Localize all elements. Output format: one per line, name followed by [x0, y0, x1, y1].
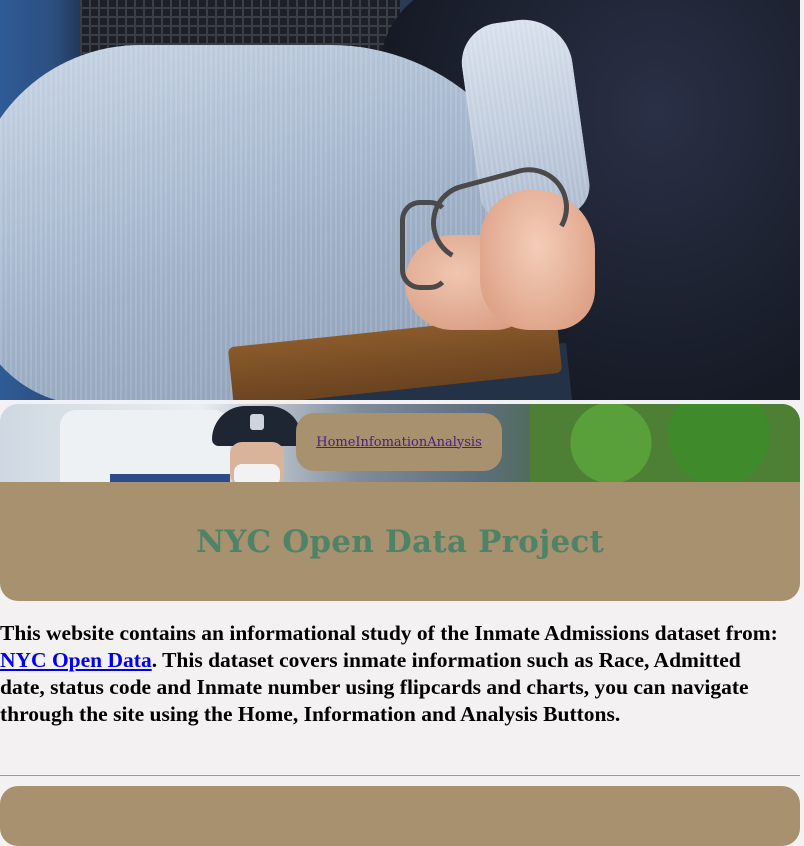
handcuff-ring-icon [400, 200, 450, 290]
title-panel: NYC Open Data Project [0, 482, 800, 601]
nav-link-home[interactable]: Home [316, 435, 355, 450]
bottom-panel [0, 786, 800, 846]
badge-icon [250, 414, 264, 430]
face-mask [234, 464, 280, 482]
page-title: NYC Open Data Project [196, 523, 604, 560]
police-van [60, 410, 230, 482]
divider [0, 775, 800, 776]
intro-text-before: This website contains an informational s… [0, 621, 778, 645]
trees [530, 404, 800, 482]
nav-link-infomation[interactable]: Infomation [355, 435, 427, 450]
nyc-open-data-link[interactable]: NYC Open Data [0, 648, 152, 672]
hero-image [0, 0, 800, 400]
police-officer [212, 406, 302, 482]
nav-link-analysis[interactable]: Analysis [427, 435, 482, 450]
nav-bar: Home Infomation Analysis [296, 413, 502, 471]
intro-paragraph: This website contains an informational s… [0, 620, 790, 728]
